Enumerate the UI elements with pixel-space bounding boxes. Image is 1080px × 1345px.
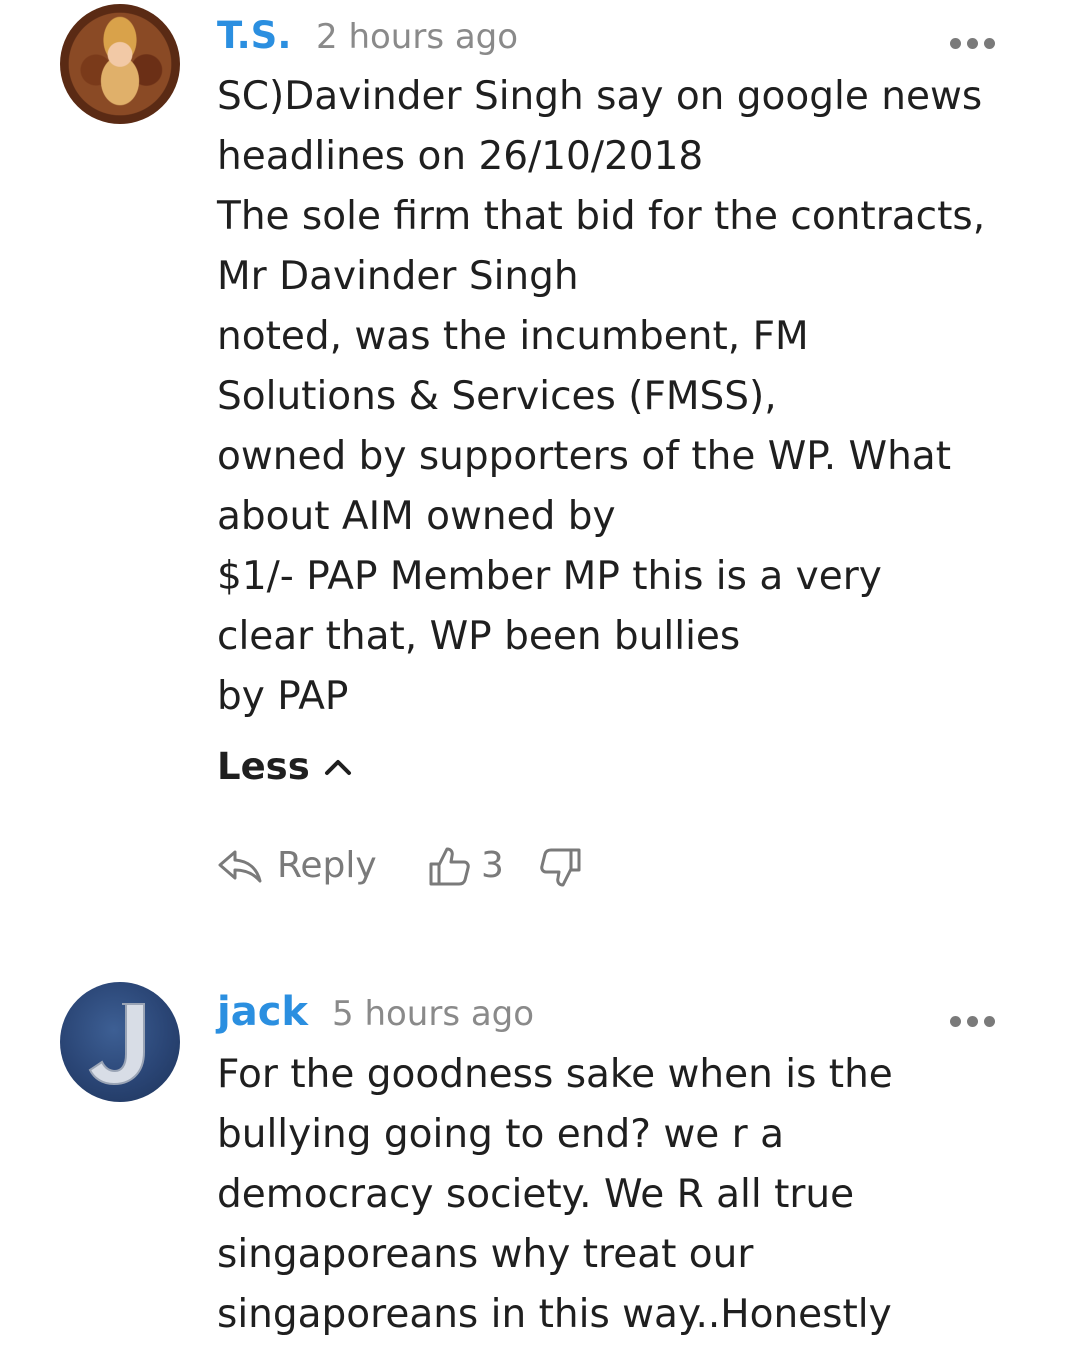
comment-line: noted, was the incumbent, FM — [217, 314, 809, 359]
reply-button[interactable]: Reply — [217, 846, 377, 886]
comment-body: For the goodness sake when is the bullyi… — [217, 1045, 1017, 1345]
comment-line: The sole firm that bid for the contracts… — [217, 194, 986, 239]
comment-line: For the goodness sake when is the — [217, 1052, 893, 1097]
comment-line: Solutions & Services (FMSS), — [217, 374, 777, 419]
reply-icon — [218, 850, 262, 883]
reply-label: Reply — [277, 845, 377, 886]
author-name[interactable]: T.S. — [217, 17, 291, 54]
comment-line: bullying going to end? we r a — [217, 1112, 784, 1157]
thumbs-up-icon — [429, 847, 470, 886]
comment-line: singaporeans in this way..Honestly — [217, 1292, 892, 1337]
user-avatar[interactable] — [60, 4, 180, 124]
comment-line: $1/- PAP Member MP this is a very — [217, 554, 882, 599]
comment-ts: T.S. 2 hours ago SC)Davinder Singh say o… — [0, 0, 1080, 940]
comment-timestamp: 5 hours ago — [332, 994, 535, 1034]
comment-line: owned by supporters of the WP. What — [217, 434, 951, 479]
dislike-button[interactable] — [539, 846, 583, 890]
comment-timestamp: 2 hours ago — [316, 17, 519, 57]
show-less-label: Less — [217, 745, 310, 788]
comment-jack: jack 5 hours ago For the goodness sake w… — [0, 940, 1080, 1337]
comment-line: Mr Davinder Singh — [217, 254, 579, 299]
comment-body: SC)Davinder Singh say on google news hea… — [217, 67, 1017, 727]
author-name[interactable]: jack — [217, 992, 308, 1032]
comment-line: about AIM owned by — [217, 494, 616, 539]
comment-line: by PAP — [217, 674, 349, 719]
user-avatar[interactable] — [60, 982, 180, 1102]
show-less-button[interactable]: Less — [217, 748, 352, 785]
more-options-icon[interactable] — [950, 1016, 996, 1028]
like-count: 3 — [481, 845, 504, 886]
comment-line: clear that, WP been bullies — [217, 614, 741, 659]
comment-line: headlines on 26/10/2018 — [217, 134, 704, 179]
letter-j-icon — [88, 1003, 145, 1086]
more-options-icon[interactable] — [950, 38, 996, 50]
comment-line: singaporeans why treat our — [217, 1232, 754, 1277]
chevron-up-icon — [324, 759, 351, 775]
thumbs-down-icon — [540, 848, 581, 887]
like-button[interactable]: 3 — [427, 844, 504, 888]
comment-line: democracy society. We R all true — [217, 1172, 855, 1217]
comment-line: SC)Davinder Singh say on google news — [217, 74, 983, 119]
